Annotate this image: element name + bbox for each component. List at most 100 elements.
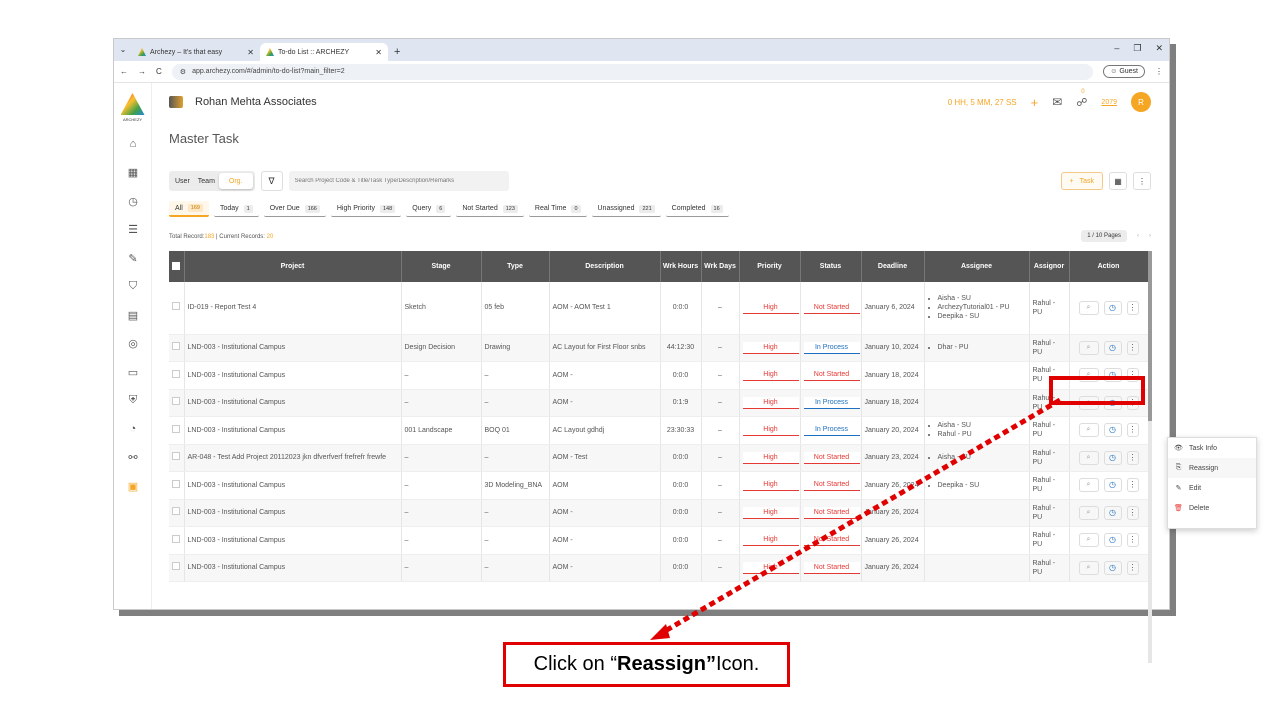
- site-settings-icon[interactable]: ⚙: [180, 68, 186, 76]
- comment-icon[interactable]: ⌕: [1078, 533, 1099, 548]
- comment-icon[interactable]: ⌕: [1078, 423, 1099, 438]
- col-stage[interactable]: Stage: [401, 251, 482, 282]
- table-scrollbar[interactable]: [1148, 251, 1152, 663]
- restore-icon[interactable]: ❐: [1133, 43, 1141, 54]
- tab-list-icon[interactable]: ⌄: [114, 39, 132, 61]
- add-task-button[interactable]: + Task: [1060, 172, 1103, 190]
- calculator-icon[interactable]: ▦: [114, 159, 152, 188]
- row-checkbox[interactable]: [169, 282, 185, 335]
- network-icon[interactable]: ⚯: [114, 444, 152, 473]
- scope-org[interactable]: Org.: [218, 173, 253, 189]
- table-row[interactable]: LND-003 - Institutional Campus – – AOM -…: [169, 526, 1149, 555]
- edit-icon[interactable]: ✎: [114, 244, 152, 273]
- shield-icon[interactable]: ⛨: [114, 387, 152, 416]
- close-icon[interactable]: ✕: [247, 48, 254, 57]
- table-row[interactable]: AR-048 - Test Add Project 20112023 jkn d…: [169, 444, 1149, 472]
- col-project[interactable]: Project: [184, 251, 402, 282]
- list-icon[interactable]: ☰: [114, 216, 152, 245]
- clock-icon[interactable]: ◷: [1103, 478, 1122, 493]
- mail-icon[interactable]: ✉: [1052, 95, 1062, 109]
- row-checkbox[interactable]: [169, 334, 185, 362]
- col-deadline[interactable]: Deadline: [861, 251, 925, 282]
- back-icon[interactable]: ←: [120, 67, 128, 76]
- add-icon[interactable]: +: [1031, 95, 1039, 110]
- comment-icon[interactable]: ⌕: [1078, 300, 1099, 315]
- scrollbar-thumb[interactable]: [1148, 251, 1152, 421]
- table-row[interactable]: LND-003 - Institutional Campus – – AOM -…: [169, 361, 1149, 390]
- col-wrk-days[interactable]: Wrk Days: [701, 251, 740, 282]
- col-status[interactable]: Status: [800, 251, 862, 282]
- row-menu-icon[interactable]: ⋮: [1126, 505, 1139, 520]
- row-checkbox[interactable]: [169, 471, 185, 500]
- col-wrk-hours[interactable]: Wrk Hours: [660, 251, 702, 282]
- close-window-icon[interactable]: ✕: [1155, 43, 1163, 54]
- new-tab-icon[interactable]: +: [388, 43, 406, 61]
- clock-icon[interactable]: ◷: [1103, 423, 1122, 438]
- table-row[interactable]: LND-003 - Institutional Campus 001 Lands…: [169, 416, 1149, 445]
- table-row[interactable]: LND-003 - Institutional Campus – – AOM -…: [169, 554, 1149, 582]
- scope-user[interactable]: User: [171, 178, 194, 185]
- badge-icon[interactable]: ⛉: [114, 273, 152, 302]
- menu-item-reassign[interactable]: ⎘ Reassign: [1168, 458, 1256, 478]
- filter-chip[interactable]: High Priority 148: [330, 201, 402, 217]
- col-assignee[interactable]: Assignee: [924, 251, 1030, 282]
- clock-icon[interactable]: ◷: [1103, 533, 1122, 548]
- comment-icon[interactable]: ⌕: [1078, 505, 1099, 520]
- row-checkbox[interactable]: [169, 499, 185, 527]
- row-checkbox[interactable]: [169, 554, 185, 582]
- select-all-checkbox[interactable]: [169, 251, 185, 282]
- reload-icon[interactable]: C: [156, 67, 162, 76]
- comment-icon[interactable]: ⌕: [1078, 478, 1099, 493]
- scope-team[interactable]: Team: [194, 178, 219, 185]
- col-assignor[interactable]: Assignor: [1029, 251, 1070, 282]
- row-menu-icon[interactable]: ⋮: [1126, 300, 1139, 315]
- clock-icon[interactable]: ◷: [1103, 300, 1122, 315]
- clock-icon[interactable]: ◷: [1103, 340, 1122, 355]
- task-clock-icon[interactable]: ◔: [114, 415, 152, 444]
- filter-chip[interactable]: All 169: [169, 201, 209, 217]
- folder-icon[interactable]: ▭: [114, 358, 152, 387]
- home-icon[interactable]: ⌂: [114, 130, 152, 159]
- table-row[interactable]: ID-019 - Report Test 4 Sketch 05 feb AOM…: [169, 282, 1149, 335]
- filter-icon[interactable]: ∇: [260, 171, 283, 191]
- filter-chip[interactable]: Unassigned 221: [591, 201, 661, 217]
- clock-icon[interactable]: ◷: [1103, 560, 1122, 575]
- minimize-icon[interactable]: –: [1114, 43, 1119, 54]
- next-page-icon[interactable]: ›: [1149, 233, 1151, 239]
- archive-icon[interactable]: ▣: [114, 472, 152, 501]
- row-checkbox[interactable]: [169, 444, 185, 472]
- forward-icon[interactable]: →: [138, 67, 146, 76]
- row-menu-icon[interactable]: ⋮: [1126, 478, 1139, 493]
- col-priority[interactable]: Priority: [739, 251, 801, 282]
- row-checkbox[interactable]: [169, 389, 185, 417]
- row-checkbox[interactable]: [169, 416, 185, 445]
- tab-archezy[interactable]: Archezy – It's that easy ✕: [132, 43, 260, 61]
- notification-icon[interactable]: ☍ 0: [1076, 89, 1087, 109]
- comment-icon[interactable]: ⌕: [1078, 340, 1099, 355]
- menu-item-task-info[interactable]: 👁 Task Info: [1168, 438, 1256, 458]
- row-menu-icon[interactable]: ⋮: [1126, 560, 1139, 575]
- table-row[interactable]: LND-003 - Institutional Campus – 3D Mode…: [169, 471, 1149, 500]
- table-row[interactable]: LND-003 - Institutional Campus – – AOM -…: [169, 389, 1149, 417]
- filter-chip[interactable]: Real Time 0: [528, 201, 587, 217]
- comment-icon[interactable]: ⌕: [1078, 560, 1099, 575]
- col-description[interactable]: Description: [549, 251, 661, 282]
- col-type[interactable]: Type: [481, 251, 550, 282]
- avatar[interactable]: R: [1131, 92, 1151, 112]
- row-menu-icon[interactable]: ⋮: [1126, 423, 1139, 438]
- clock-icon[interactable]: ◷: [1103, 450, 1122, 465]
- browser-menu-icon[interactable]: ⋮: [1155, 67, 1163, 76]
- row-menu-icon[interactable]: ⋮: [1126, 450, 1139, 465]
- filter-chip[interactable]: Query 6: [406, 201, 452, 217]
- document-icon[interactable]: ▤: [114, 301, 152, 330]
- row-checkbox[interactable]: [169, 526, 185, 555]
- search-input[interactable]: [288, 171, 509, 191]
- row-checkbox[interactable]: [169, 361, 185, 390]
- table-row[interactable]: LND-003 - Institutional Campus – – AOM -…: [169, 499, 1149, 527]
- more-options-icon[interactable]: ⋮: [1133, 172, 1151, 190]
- filter-chip[interactable]: Today 1: [213, 201, 259, 217]
- clipboard-clock-icon[interactable]: ◷: [114, 187, 152, 216]
- menu-item-delete[interactable]: 🗑 Delete: [1168, 498, 1256, 518]
- archezy-logo-icon[interactable]: [120, 93, 145, 115]
- url-field[interactable]: ⚙ app.archezy.com/#/admin/to-do-list?mai…: [171, 63, 1094, 80]
